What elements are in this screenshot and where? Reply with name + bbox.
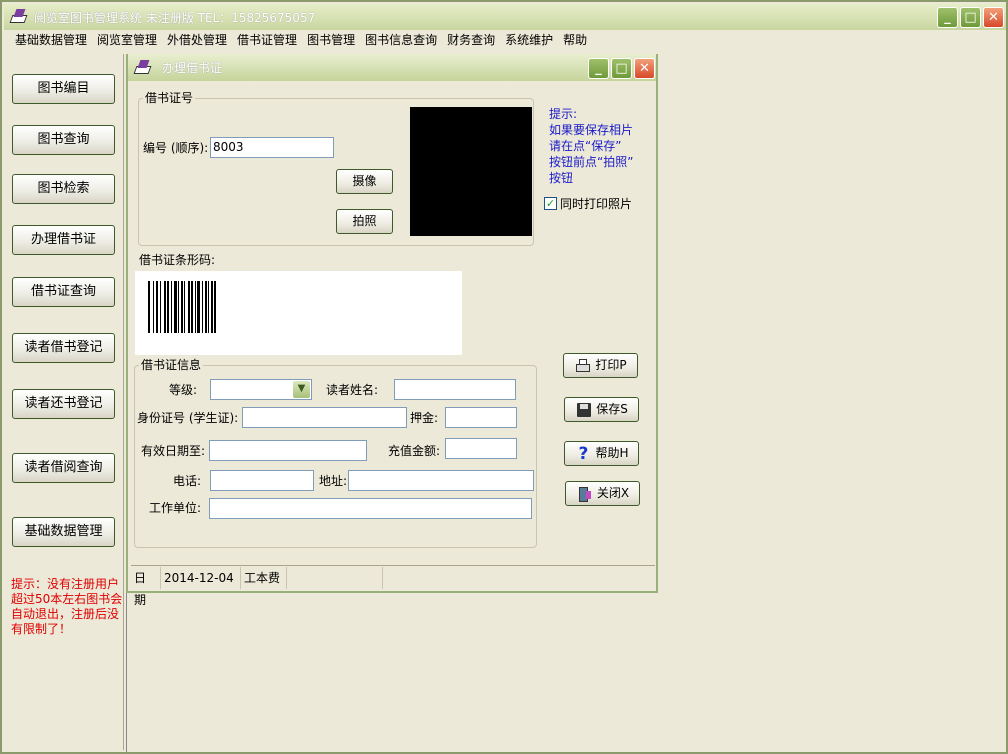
sidebar-book-search-button[interactable]: 图书检索	[12, 174, 115, 204]
photo-hint: 提示: 如果要保存相片 请在点“保存” 按钮前点“拍照” 按钮	[549, 107, 634, 185]
barcode-icon	[148, 281, 216, 333]
menu-book-info-query[interactable]: 图书信息查询	[360, 30, 442, 51]
sidebar-book-query-button[interactable]: 图书查询	[12, 125, 115, 155]
camera-button[interactable]: 摄像	[336, 169, 393, 194]
sidebar-borrow-register-button[interactable]: 读者借书登记	[12, 333, 115, 363]
id-number-input[interactable]	[242, 407, 407, 428]
minimize-icon: _	[595, 61, 602, 76]
app-book-icon	[133, 59, 152, 76]
recharge-label: 充值金额:	[388, 444, 441, 458]
card-number-legend: 借书证号	[143, 91, 196, 105]
sidebar-return-register-button[interactable]: 读者还书登记	[12, 389, 115, 419]
print-button[interactable]: 打印P	[563, 353, 638, 378]
status-bar: 日期 2014-12-04 工本费	[131, 565, 655, 607]
exit-door-icon	[576, 486, 594, 502]
card-number-input[interactable]: 8003	[210, 137, 334, 158]
valid-date-input[interactable]	[209, 440, 367, 461]
valid-date-label: 有效日期至:	[141, 444, 206, 458]
child-minimize-button[interactable]: _	[588, 58, 609, 79]
id-number-label: 身份证号 (学生证):	[137, 411, 239, 425]
sidebar: 图书编目 图书查询 图书检索 办理借书证 借书证查询 读者借书登记 读者还书登记…	[6, 54, 124, 750]
photo-preview	[410, 107, 532, 236]
minimize-icon: _	[944, 10, 951, 25]
printer-icon	[574, 358, 592, 374]
close-button-label: 关闭X	[596, 486, 630, 500]
menu-bar: 基础数据管理 阅览室管理 外借处管理 借书证管理 图书管理 图书信息查询 财务查…	[4, 30, 1006, 51]
number-label: 编号 (顺序):	[143, 141, 209, 155]
checkbox-check-icon: ✓	[544, 197, 557, 210]
save-button-label: 保存S	[596, 402, 628, 416]
phone-label: 电话:	[173, 474, 202, 488]
menu-lending-desk[interactable]: 外借处管理	[162, 30, 232, 51]
menu-basic-data[interactable]: 基础数据管理	[10, 30, 92, 51]
reader-name-input[interactable]	[394, 379, 516, 400]
status-cell-empty	[383, 567, 655, 589]
work-unit-input[interactable]	[209, 498, 532, 519]
child-close-button[interactable]: ✕	[634, 58, 655, 79]
minimize-button[interactable]: _	[937, 7, 958, 28]
phone-input[interactable]	[210, 470, 314, 491]
reader-name-label: 读者姓名:	[326, 383, 379, 397]
recharge-input[interactable]	[445, 438, 517, 459]
menu-book-management[interactable]: 图书管理	[302, 30, 360, 51]
print-photo-checkbox[interactable]: ✓ 同时打印照片	[544, 195, 632, 212]
menu-library-card[interactable]: 借书证管理	[232, 30, 302, 51]
address-input[interactable]	[348, 470, 534, 491]
barcode-label: 借书证条形码:	[139, 253, 216, 267]
print-photo-label: 同时打印照片	[560, 197, 633, 211]
maximize-button[interactable]: □	[960, 7, 981, 28]
card-info-group: 借书证信息 等级: ▼ 读者姓名: 身份证号 (学生证): 押金: 有效日期至:…	[134, 358, 537, 548]
maximize-icon: □	[615, 61, 628, 76]
take-photo-button[interactable]: 拍照	[336, 209, 393, 234]
save-button[interactable]: 保存S	[564, 397, 639, 422]
app-book-icon	[9, 9, 28, 25]
child-maximize-button[interactable]: □	[611, 58, 632, 79]
maximize-icon: □	[964, 10, 977, 25]
sidebar-issue-card-button[interactable]: 办理借书证	[12, 225, 115, 255]
child-title-bar: 办理借书证 _ □ ✕	[128, 54, 656, 81]
close-button[interactable]: 关闭X	[565, 481, 640, 506]
floppy-disk-icon	[575, 402, 593, 418]
close-window-button[interactable]: ✕	[983, 7, 1004, 28]
level-select[interactable]: ▼	[210, 379, 312, 400]
help-button-label: 帮助H	[595, 446, 629, 460]
help-button[interactable]: ? 帮助H	[564, 441, 639, 466]
card-info-legend: 借书证信息	[139, 358, 204, 372]
chevron-down-icon: ▼	[293, 381, 310, 398]
menu-help[interactable]: 帮助	[558, 30, 592, 51]
issue-card-window: 办理借书证 _ □ ✕ 借书证号 编号 (顺序): 8003 摄像 拍照 提示:…	[126, 54, 658, 607]
title-bar: 阅览室图书管理系统 未注册版 TEL：15825675057 _ □ ✕	[4, 4, 1006, 30]
sidebar-book-cataloging-button[interactable]: 图书编目	[12, 74, 115, 104]
barcode-area	[135, 271, 462, 355]
close-icon: ✕	[639, 61, 650, 76]
window-title: 阅览室图书管理系统 未注册版 TEL：15825675057	[34, 10, 316, 25]
work-unit-label: 工作单位:	[149, 501, 202, 515]
sidebar-basic-data-button[interactable]: 基础数据管理	[12, 517, 115, 547]
menu-reading-room[interactable]: 阅览室管理	[92, 30, 162, 51]
main-window: 阅览室图书管理系统 未注册版 TEL：15825675057 _ □ ✕ 基础数…	[0, 0, 1008, 754]
registration-notice: 提示：没有注册用户超过50本左右图书会自动退出，注册后没有限制了！	[11, 577, 123, 636]
date-value: 2014-12-04	[161, 566, 241, 589]
status-cell-empty	[287, 566, 383, 589]
date-label: 日期	[131, 566, 161, 607]
question-mark-icon: ?	[578, 443, 589, 464]
fee-label: 工本费	[241, 566, 287, 589]
sidebar-borrow-query-button[interactable]: 读者借阅查询	[12, 453, 115, 483]
deposit-input[interactable]	[445, 407, 517, 428]
child-window-title: 办理借书证	[162, 61, 223, 75]
menu-finance-query[interactable]: 财务查询	[442, 30, 500, 51]
sidebar-card-query-button[interactable]: 借书证查询	[12, 277, 115, 307]
menu-system-maintenance[interactable]: 系统维护	[500, 30, 558, 51]
print-button-label: 打印P	[595, 358, 627, 372]
level-label: 等级:	[169, 383, 198, 397]
deposit-label: 押金:	[410, 411, 439, 425]
address-label: 地址:	[319, 474, 348, 488]
close-icon: ✕	[988, 10, 999, 25]
